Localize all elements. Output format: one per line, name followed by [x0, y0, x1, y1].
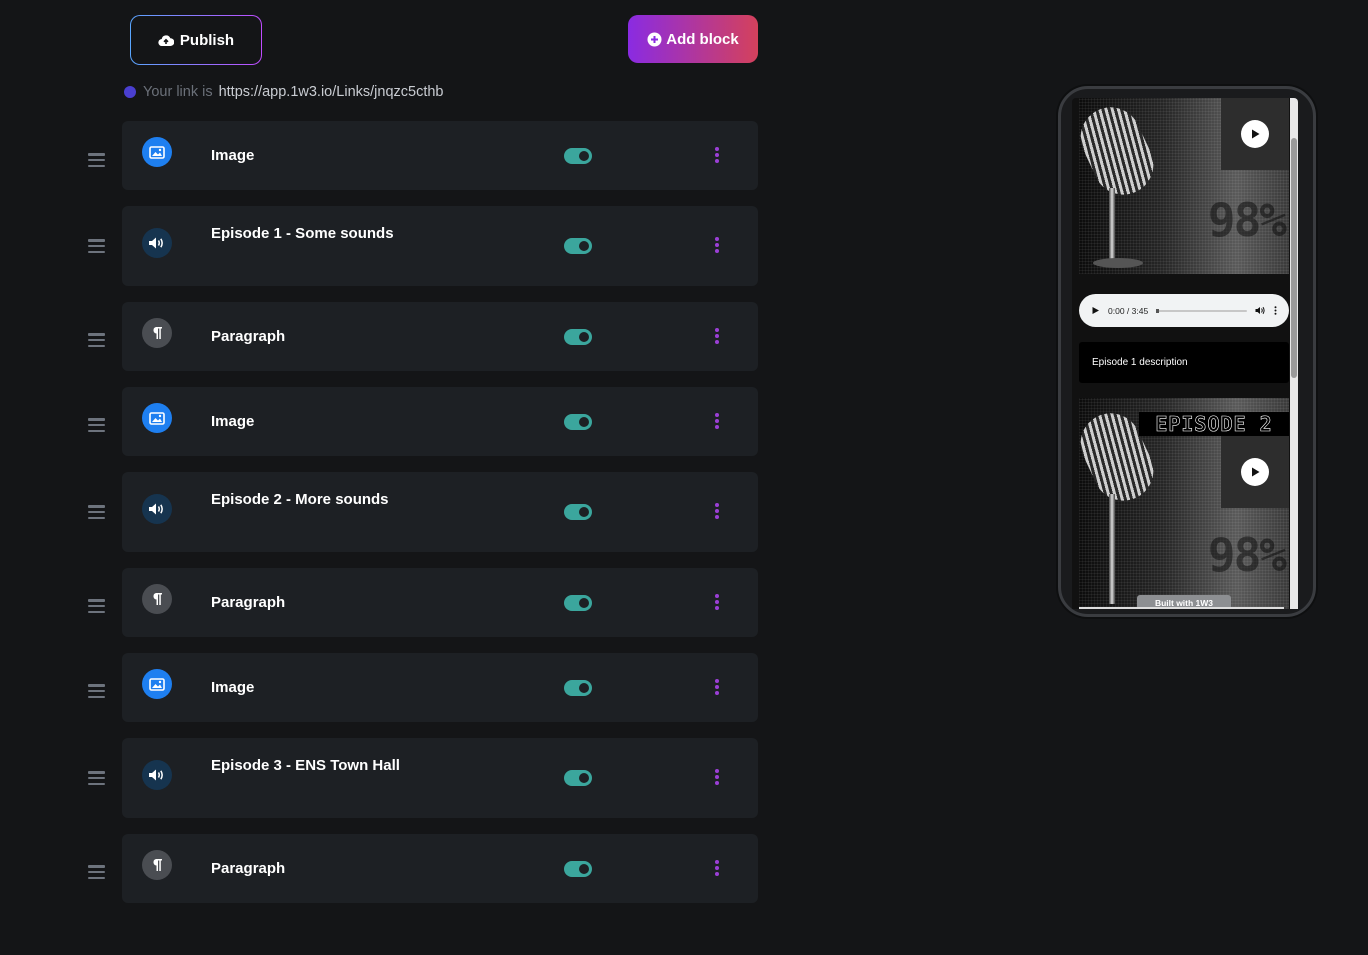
volume-icon — [142, 228, 172, 258]
block-title: Episode 2 - More sounds — [211, 491, 389, 508]
status-dot — [124, 86, 136, 98]
play-icon[interactable] — [1241, 120, 1269, 148]
play-icon[interactable] — [1091, 306, 1100, 315]
volume-icon — [142, 760, 172, 790]
drag-handle-icon[interactable] — [88, 771, 105, 785]
block-visibility-toggle[interactable] — [564, 861, 592, 877]
public-link-row: Your link is https://app.1w3.io/Links/jn… — [124, 84, 443, 100]
publish-label: Publish — [179, 31, 235, 49]
block-row[interactable]: Paragraph — [122, 568, 758, 637]
scrollbar-thumb[interactable] — [1291, 138, 1297, 378]
volume-icon[interactable] — [1255, 306, 1266, 315]
block-visibility-toggle[interactable] — [564, 238, 592, 254]
home-indicator — [1079, 607, 1284, 609]
plus-circle-icon — [647, 32, 662, 46]
add-block-label: Add block — [666, 30, 739, 48]
volume-icon — [142, 494, 172, 524]
block-visibility-toggle[interactable] — [564, 329, 592, 345]
block-title: Episode 1 - Some sounds — [211, 225, 394, 242]
drag-handle-icon[interactable] — [88, 333, 105, 347]
audio-time: 0:00 / 3:45 — [1108, 305, 1149, 316]
drag-handle-icon[interactable] — [88, 239, 105, 253]
block-title: Image — [211, 147, 255, 164]
preview-scrollbar[interactable] — [1290, 98, 1298, 609]
drag-handle-icon[interactable] — [88, 684, 105, 698]
block-title: Episode 3 - ENS Town Hall — [211, 757, 400, 774]
link-prefix: Your link is — [143, 84, 213, 100]
block-title: Paragraph — [211, 328, 286, 345]
more-options-icon[interactable] — [1274, 306, 1277, 315]
kebab-menu-icon[interactable] — [714, 594, 720, 610]
audio-player[interactable]: 0:00 / 3:45 — [1079, 294, 1289, 327]
pilcrow-icon — [142, 318, 172, 348]
public-link[interactable]: https://app.1w3.io/Links/jnqzc5cthb — [219, 84, 444, 100]
image-icon — [142, 669, 172, 699]
drag-handle-icon[interactable] — [88, 418, 105, 432]
block-row[interactable]: Image — [122, 653, 758, 722]
preview-screen[interactable]: 98% 0:00 / 3:45 Episode 1 description EP… — [1072, 98, 1298, 609]
image-icon — [142, 403, 172, 433]
block-visibility-toggle[interactable] — [564, 680, 592, 696]
pilcrow-icon — [142, 850, 172, 880]
block-row[interactable]: Episode 3 - ENS Town Hall — [122, 738, 758, 818]
kebab-menu-icon[interactable] — [714, 413, 720, 429]
block-row[interactable]: Image — [122, 387, 758, 456]
block-title: Paragraph — [211, 594, 286, 611]
cover-percent: 98% — [1207, 193, 1287, 247]
kebab-menu-icon[interactable] — [714, 147, 720, 163]
audio-progress[interactable] — [1156, 308, 1247, 313]
cover-play-box — [1221, 436, 1289, 508]
block-title: Image — [211, 679, 255, 696]
pilcrow-icon — [142, 584, 172, 614]
drag-handle-icon[interactable] — [88, 599, 105, 613]
kebab-menu-icon[interactable] — [714, 679, 720, 695]
drag-handle-icon[interactable] — [88, 865, 105, 879]
cover-play-box — [1221, 98, 1289, 170]
episode-1-cover-image: 98% — [1079, 98, 1289, 274]
block-visibility-toggle[interactable] — [564, 595, 592, 611]
block-visibility-toggle[interactable] — [564, 770, 592, 786]
drag-handle-icon[interactable] — [88, 505, 105, 519]
kebab-menu-icon[interactable] — [714, 328, 720, 344]
block-visibility-toggle[interactable] — [564, 504, 592, 520]
episode-1-description: Episode 1 description — [1079, 342, 1289, 383]
publish-button[interactable]: Publish — [130, 15, 262, 65]
block-visibility-toggle[interactable] — [564, 414, 592, 430]
play-icon[interactable] — [1241, 458, 1269, 486]
block-row[interactable]: Episode 1 - Some sounds — [122, 206, 758, 286]
block-row[interactable]: Paragraph — [122, 834, 758, 903]
kebab-menu-icon[interactable] — [714, 237, 720, 253]
add-block-button[interactable]: Add block — [628, 15, 758, 63]
block-title: Paragraph — [211, 860, 286, 877]
kebab-menu-icon[interactable] — [714, 503, 720, 519]
block-title: Image — [211, 413, 255, 430]
cloud-upload-icon — [158, 34, 174, 46]
block-row[interactable]: Paragraph — [122, 302, 758, 371]
episode-2-title: EPISODE 2 — [1139, 412, 1289, 436]
kebab-menu-icon[interactable] — [714, 860, 720, 876]
image-icon — [142, 137, 172, 167]
phone-preview: 98% 0:00 / 3:45 Episode 1 description EP… — [1058, 86, 1316, 617]
block-row[interactable]: Episode 2 - More sounds — [122, 472, 758, 552]
block-visibility-toggle[interactable] — [564, 148, 592, 164]
drag-handle-icon[interactable] — [88, 153, 105, 167]
block-row[interactable]: Image — [122, 121, 758, 190]
kebab-menu-icon[interactable] — [714, 769, 720, 785]
cover-percent: 98% — [1207, 528, 1287, 582]
episode-2-cover-image: EPISODE 2 98% — [1079, 398, 1289, 609]
